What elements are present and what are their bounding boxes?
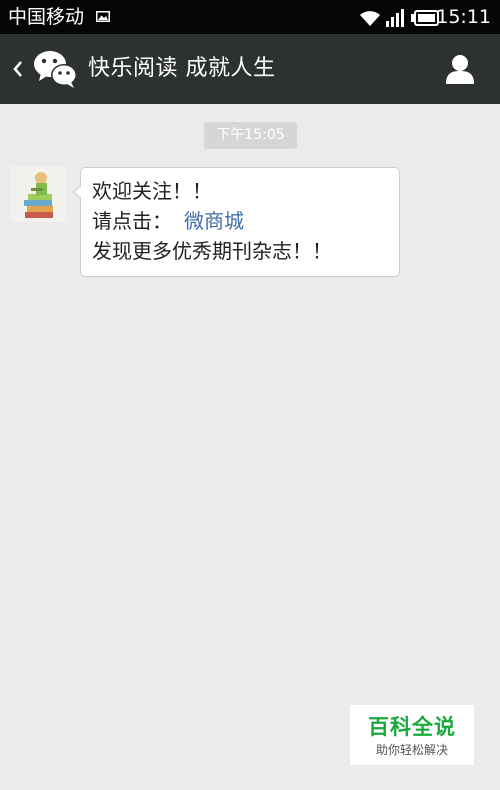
watermark-title: 百科全说 <box>368 715 456 739</box>
message-bubble: 欢迎关注！！ 请点击： 微商城 发现更多优秀期刊杂志！！ <box>80 167 400 277</box>
watermark-logo: 百科全说 助你轻松解决 <box>350 705 474 765</box>
gallery-icon <box>96 11 110 22</box>
message-line: 发现更多优秀期刊杂志！！ <box>92 239 332 263</box>
bubble-tail-inner <box>74 186 82 198</box>
message-text: 请点击： <box>92 209 172 233</box>
message-timestamp: 下午15:05 <box>204 122 297 149</box>
message-line: 请点击： 微商城 <box>92 207 244 235</box>
status-clock: 15:11 <box>436 6 491 28</box>
chat-header: 快乐阅读 成就人生 <box>0 34 500 104</box>
wechat-icon[interactable] <box>33 49 79 89</box>
message-line: 欢迎关注！！ <box>92 179 212 203</box>
profile-icon[interactable] <box>444 53 476 85</box>
avatar-image <box>11 166 67 222</box>
avatar[interactable] <box>11 166 67 222</box>
watermark-subtitle: 助你轻松解决 <box>375 743 448 757</box>
chat-title: 快乐阅读 成就人生 <box>88 56 276 81</box>
battery-icon <box>411 10 439 26</box>
wifi-icon <box>360 11 380 26</box>
micro-mall-link[interactable]: 微商城 <box>184 209 244 233</box>
signal-icon <box>386 9 404 27</box>
status-bar: 中国移动 15:11 <box>0 0 500 34</box>
back-icon[interactable] <box>12 60 24 78</box>
carrier-name: 中国移动 <box>8 6 85 28</box>
